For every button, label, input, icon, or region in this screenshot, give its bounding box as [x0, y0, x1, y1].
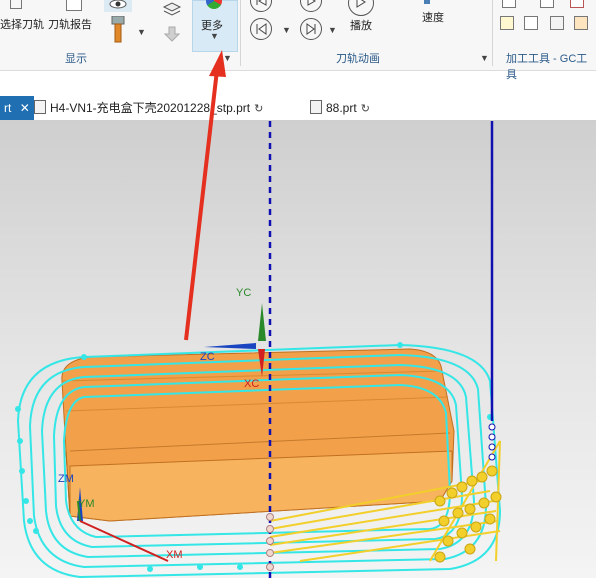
step-end-dropdown-icon[interactable]: ▼: [328, 25, 337, 35]
color-wheel-icon: [206, 0, 222, 9]
select-toolpath-label: 选择刀轨: [0, 19, 44, 31]
sync-icon: ↻: [254, 103, 264, 115]
part-file-icon: [34, 100, 46, 114]
group-tools-label: 加工工具 - GC工具: [506, 53, 588, 81]
gc-tool-icon-5[interactable]: [524, 16, 538, 30]
yc-axis-label: YC: [236, 287, 252, 299]
group-animation-label: 刀轨动画: [336, 53, 380, 65]
zm-axis-label: ZM: [58, 473, 74, 485]
layers-icon[interactable]: [162, 2, 182, 18]
step-end-button[interactable]: [300, 18, 322, 40]
close-icon[interactable]: ✕: [20, 101, 30, 115]
tab-h4-vn1-file[interactable]: H4-VN1-充电盒下壳202012​28_stp.prt ↻: [34, 96, 263, 120]
xc-axis-label: XC: [244, 378, 260, 390]
tab-active-file[interactable]: rt ✕: [0, 96, 34, 120]
report-icon: [66, 0, 82, 11]
gc-tool-icon-2[interactable]: [540, 0, 554, 8]
step-start-button[interactable]: [250, 18, 272, 40]
step-back-button[interactable]: [300, 0, 322, 12]
animation-group-expand-icon[interactable]: ▼: [480, 53, 489, 63]
ribbon-divider: [240, 0, 241, 66]
display-group-expand-icon[interactable]: ▼: [223, 53, 232, 63]
gc-tool-icon-3[interactable]: [570, 0, 584, 8]
part-file-icon: [310, 100, 322, 114]
zc-axis-label: ZC: [200, 351, 215, 363]
xm-axis-label: XM: [166, 549, 183, 561]
toolpath-report-label: 刀轨报告: [48, 19, 92, 31]
ribbon: 选择刀轨 刀轨报告 ▼ 更多 ▼ ▼ ▼ 播放 速度 显示 ▼ 刀轨动画 ▼ 加…: [0, 0, 596, 81]
step-start-dropdown-icon[interactable]: ▼: [282, 25, 291, 35]
gc-tool-icon-7[interactable]: [574, 16, 588, 30]
more-dropdown-icon: ▼: [210, 31, 219, 41]
rewind-button[interactable]: [250, 0, 272, 12]
file-tab-bar: rt ✕ H4-VN1-充电盒下壳202012​28_stp.prt ↻ 88.p…: [0, 96, 596, 121]
speed-icon[interactable]: [424, 0, 430, 4]
gc-tool-icon-4[interactable]: [500, 16, 514, 30]
ribbon-divider: [492, 0, 493, 66]
play-label: 播放: [350, 20, 372, 32]
sync-icon: ↻: [360, 103, 370, 115]
tab-label: rt: [4, 101, 12, 115]
eye-icon[interactable]: [104, 0, 132, 12]
tab-label: 88.prt: [326, 101, 357, 115]
group-display-label: 显示: [65, 53, 87, 65]
tool-display-dropdown-icon[interactable]: ▼: [137, 27, 146, 37]
play-button[interactable]: [348, 0, 374, 16]
graphics-viewport[interactable]: YC ZC XC ZM YM XM: [0, 121, 596, 578]
tool-display-icon[interactable]: [108, 15, 130, 44]
select-toolpath-icon: [10, 0, 22, 9]
gc-tool-icon-1[interactable]: [502, 0, 516, 8]
gc-tool-icon-6[interactable]: [550, 16, 564, 30]
down-arrow-icon[interactable]: [163, 26, 181, 42]
more-button[interactable]: 更多 ▼: [192, 0, 238, 52]
tab-88-file[interactable]: 88.prt ↻: [310, 96, 370, 120]
speed-label: 速度: [422, 12, 444, 24]
tab-label: H4-VN1-充电盒下壳202012​28_stp.prt: [50, 101, 251, 115]
ym-axis-label: YM: [78, 498, 95, 510]
